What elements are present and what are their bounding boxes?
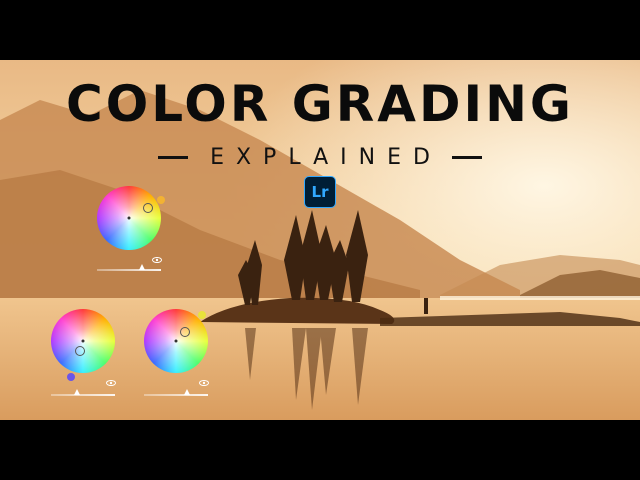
eye-icon[interactable] xyxy=(152,257,162,263)
video-subtitle: EXPLAINED xyxy=(210,144,442,170)
hue-handle[interactable] xyxy=(157,196,165,204)
hue-handle[interactable] xyxy=(67,373,75,381)
letterbox-bottom xyxy=(0,420,640,480)
wheel-handle[interactable] xyxy=(75,346,85,356)
subtitle-row: EXPLAINED xyxy=(0,142,640,172)
wheel-handle[interactable] xyxy=(180,327,190,337)
letterbox-top xyxy=(0,0,640,60)
eye-icon[interactable] xyxy=(199,380,209,386)
color-wheel-bottom-right[interactable] xyxy=(144,309,208,373)
video-title: COLOR GRADING xyxy=(66,75,574,133)
wheel-center-dot xyxy=(127,216,131,220)
wheel-handle[interactable] xyxy=(143,203,153,213)
luminance-slider[interactable] xyxy=(51,394,115,396)
color-wheel-top[interactable] xyxy=(97,186,161,250)
wheel-center-dot xyxy=(81,339,85,343)
subtitle-dash-right xyxy=(451,155,482,159)
slider-thumb[interactable] xyxy=(74,389,80,395)
slider-thumb[interactable] xyxy=(184,389,190,395)
eye-icon[interactable] xyxy=(106,380,116,386)
color-wheel-bottom-left[interactable] xyxy=(51,309,115,373)
wheel-center-dot xyxy=(174,339,178,343)
luminance-slider[interactable] xyxy=(144,394,208,396)
hue-handle[interactable] xyxy=(198,311,206,319)
lightroom-logo: Lr xyxy=(304,176,336,208)
slider-thumb[interactable] xyxy=(139,264,145,270)
subtitle-dash-left xyxy=(158,155,189,159)
lightroom-logo-text: Lr xyxy=(311,183,329,201)
luminance-slider[interactable] xyxy=(97,269,161,271)
